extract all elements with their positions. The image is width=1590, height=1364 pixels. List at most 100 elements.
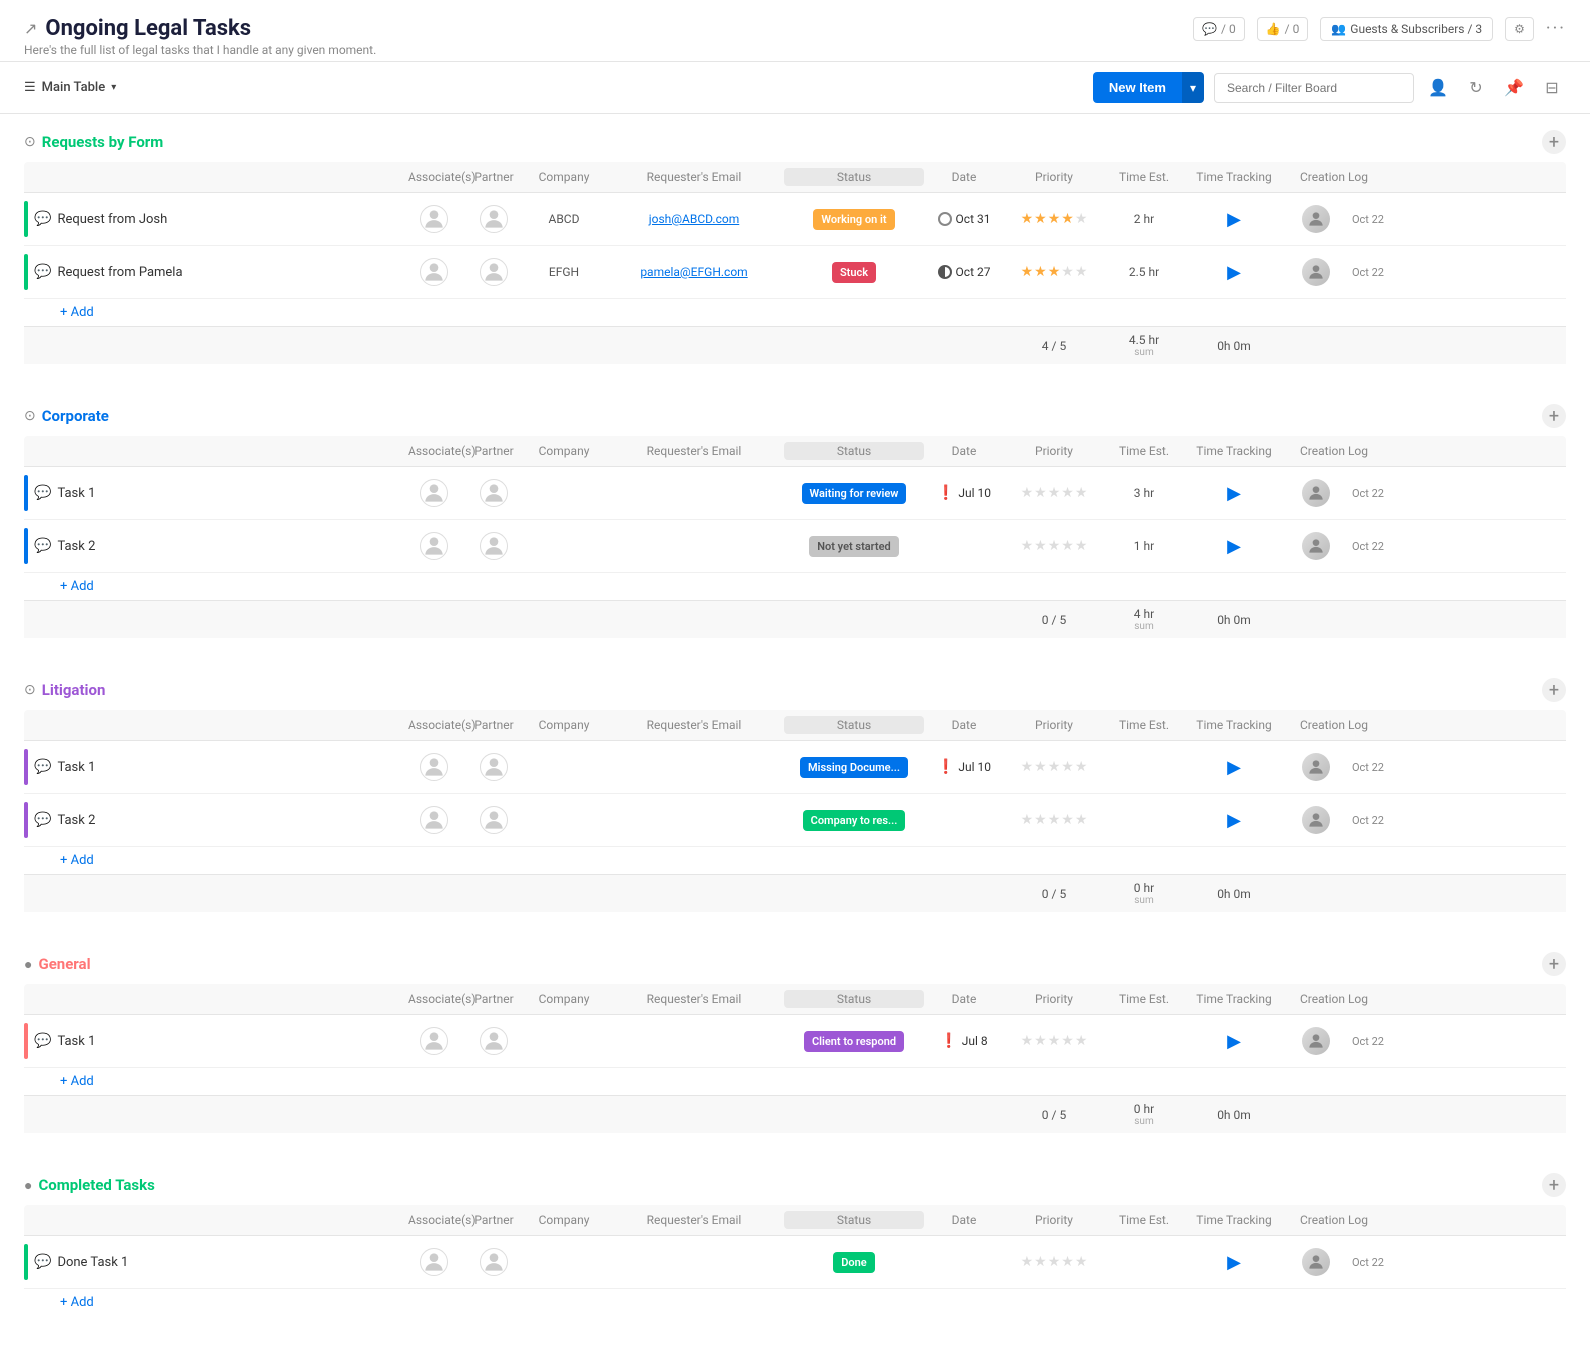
like-counter[interactable]: 👍 / 0 [1257, 17, 1309, 41]
play-button[interactable]: ▶ [1227, 209, 1241, 230]
add-row-button[interactable]: + Add [24, 1068, 1566, 1095]
email-link[interactable]: pamela@EFGH.com [640, 265, 747, 279]
group-title[interactable]: Litigation [42, 681, 106, 699]
associate-avatar[interactable] [420, 258, 448, 286]
chat-icon[interactable]: 💬 [34, 812, 51, 828]
time-tracking-cell[interactable]: ▶ [1184, 262, 1284, 283]
status-badge[interactable]: Waiting for review [802, 483, 907, 504]
priority-cell[interactable]: ★★★★★ [1004, 538, 1104, 554]
status-cell[interactable]: Company to res... [784, 810, 924, 831]
partner-avatar[interactable] [480, 753, 508, 781]
play-button[interactable]: ▶ [1227, 1252, 1241, 1273]
partner-avatar[interactable] [480, 806, 508, 834]
status-badge[interactable]: Stuck [832, 262, 876, 283]
chat-icon[interactable]: 💬 [34, 485, 51, 501]
priority-cell[interactable]: ★★★★★ [1004, 264, 1104, 280]
status-cell[interactable]: Not yet started [784, 536, 924, 557]
status-cell[interactable]: Stuck [784, 262, 924, 283]
play-button[interactable]: ▶ [1227, 810, 1241, 831]
guests-button[interactable]: 👥 Guests & Subscribers / 3 [1320, 17, 1493, 41]
add-row-button[interactable]: + Add [24, 847, 1566, 874]
time-tracking-cell[interactable]: ▶ [1184, 810, 1284, 831]
priority-cell[interactable]: ★★★★★ [1004, 1254, 1104, 1270]
status-badge[interactable]: Company to res... [803, 810, 906, 831]
status-badge[interactable]: Done [833, 1252, 874, 1273]
priority-cell[interactable]: ★★★★★ [1004, 1033, 1104, 1049]
chat-icon[interactable]: 💬 [34, 538, 51, 554]
associate-avatar[interactable] [420, 479, 448, 507]
priority-cell[interactable]: ★★★★★ [1004, 485, 1104, 501]
col-email: Requester's Email [604, 168, 784, 186]
user-icon[interactable]: 👤 [1424, 74, 1452, 102]
partner-avatar[interactable] [480, 532, 508, 560]
more-options-button[interactable]: ··· [1546, 18, 1566, 39]
associate-avatar[interactable] [420, 1248, 448, 1276]
group-add-button[interactable]: + [1542, 952, 1566, 976]
partner-avatar[interactable] [480, 205, 508, 233]
status-cell[interactable]: Client to respond [784, 1031, 924, 1052]
status-badge[interactable]: Missing Docume... [800, 757, 908, 778]
search-input[interactable] [1214, 73, 1414, 103]
add-row-button[interactable]: + Add [24, 573, 1566, 600]
group-title[interactable]: Corporate [42, 407, 109, 425]
group-toggle[interactable]: ⊙ [24, 408, 36, 424]
time-tracking-cell[interactable]: ▶ [1184, 209, 1284, 230]
group-title[interactable]: Completed Tasks [38, 1176, 154, 1194]
status-cell[interactable]: Done [784, 1252, 924, 1273]
priority-cell[interactable]: ★★★★★ [1004, 211, 1104, 227]
email-link[interactable]: josh@ABCD.com [649, 212, 740, 226]
time-tracking-cell[interactable]: ▶ [1184, 1252, 1284, 1273]
play-button[interactable]: ▶ [1227, 536, 1241, 557]
refresh-icon[interactable]: ↻ [1462, 74, 1490, 102]
settings-icon-btn[interactable]: ⚙ [1505, 17, 1534, 41]
partner-avatar[interactable] [480, 479, 508, 507]
status-cell[interactable]: Waiting for review [784, 483, 924, 504]
status-cell[interactable]: Working on it [784, 209, 924, 230]
associate-avatar[interactable] [420, 205, 448, 233]
associate-avatar[interactable] [420, 806, 448, 834]
filter-icon[interactable]: ⊟ [1538, 74, 1566, 102]
time-tracking-cell[interactable]: ▶ [1184, 536, 1284, 557]
play-button[interactable]: ▶ [1227, 262, 1241, 283]
priority-cell[interactable]: ★★★★★ [1004, 759, 1104, 775]
add-row-button[interactable]: + Add [24, 299, 1566, 326]
add-row-button[interactable]: + Add [24, 1289, 1566, 1316]
chat-icon[interactable]: 💬 [34, 264, 51, 280]
comment-counter[interactable]: 💬 / 0 [1193, 17, 1245, 41]
status-cell[interactable]: Missing Docume... [784, 757, 924, 778]
group-add-button[interactable]: + [1542, 404, 1566, 428]
priority-cell[interactable]: ★★★★★ [1004, 812, 1104, 828]
group-toggle[interactable]: ⊙ [24, 134, 36, 150]
chat-icon[interactable]: 💬 [34, 759, 51, 775]
status-badge[interactable]: Client to respond [804, 1031, 904, 1052]
group-toggle[interactable]: ● [24, 956, 32, 973]
partner-avatar[interactable] [480, 258, 508, 286]
time-tracking-cell[interactable]: ▶ [1184, 757, 1284, 778]
partner-avatar[interactable] [480, 1027, 508, 1055]
pin-icon[interactable]: 📌 [1500, 74, 1528, 102]
chat-icon[interactable]: 💬 [34, 1254, 51, 1270]
chat-icon[interactable]: 💬 [34, 211, 51, 227]
new-item-button[interactable]: New Item [1093, 72, 1182, 103]
group-toggle[interactable]: ⊙ [24, 682, 36, 698]
time-tracking-cell[interactable]: ▶ [1184, 1031, 1284, 1052]
play-button[interactable]: ▶ [1227, 483, 1241, 504]
chat-icon[interactable]: 💬 [34, 1033, 51, 1049]
group-title[interactable]: General [38, 955, 90, 973]
group-toggle[interactable]: ● [24, 1177, 32, 1194]
group-add-button[interactable]: + [1542, 1173, 1566, 1197]
time-tracking-cell[interactable]: ▶ [1184, 483, 1284, 504]
associate-avatar[interactable] [420, 1027, 448, 1055]
group-add-button[interactable]: + [1542, 678, 1566, 702]
group-add-button[interactable]: + [1542, 130, 1566, 154]
group-title[interactable]: Requests by Form [42, 133, 164, 151]
play-button[interactable]: ▶ [1227, 757, 1241, 778]
main-table-button[interactable]: ☰ Main Table ▾ [24, 80, 116, 95]
play-button[interactable]: ▶ [1227, 1031, 1241, 1052]
status-badge[interactable]: Not yet started [809, 536, 898, 557]
associate-avatar[interactable] [420, 753, 448, 781]
status-badge[interactable]: Working on it [813, 209, 894, 230]
new-item-dropdown-button[interactable]: ▾ [1182, 72, 1204, 103]
associate-avatar[interactable] [420, 532, 448, 560]
partner-avatar[interactable] [480, 1248, 508, 1276]
